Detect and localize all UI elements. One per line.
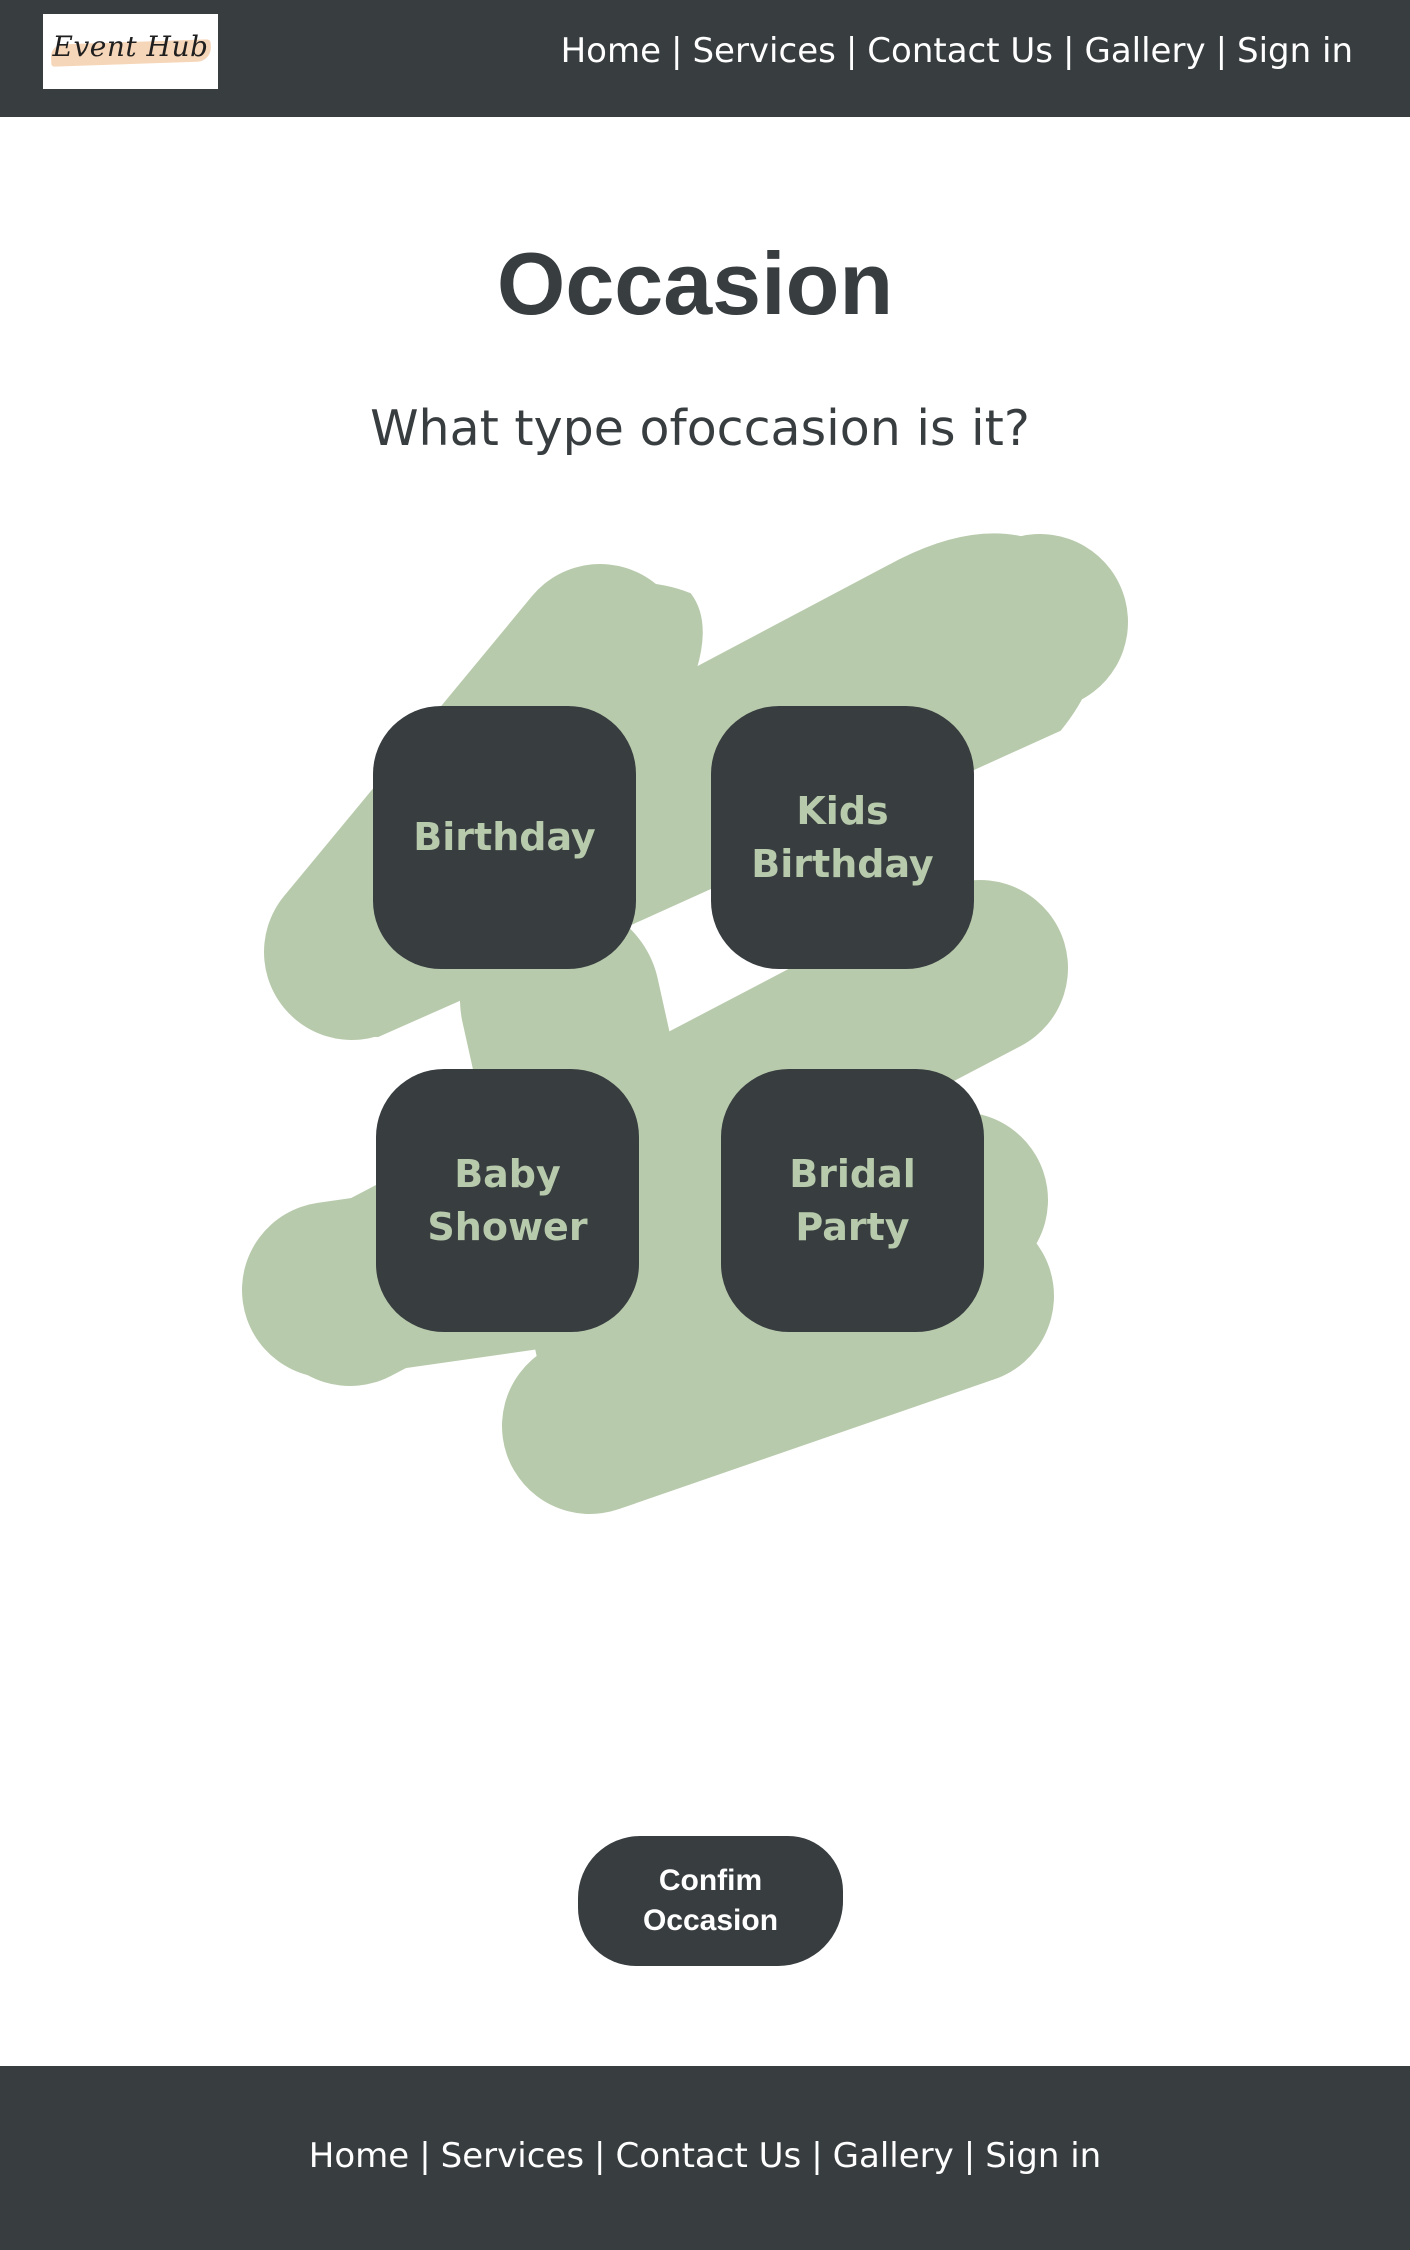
footer-nav: Home | Services | Contact Us | Gallery |… [0, 2133, 1410, 2179]
decorative-blob [242, 533, 1128, 1514]
confirm-button-label: Confim Occasion [642, 1864, 779, 1937]
footer-signin-link[interactable]: Sign in [985, 2136, 1101, 2176]
nav-separator: | [811, 2136, 823, 2176]
occasion-option-kids-birthday[interactable]: Kids Birthday [711, 706, 974, 969]
occasion-option-label: Bridal Party [789, 1151, 916, 1249]
footer-home-link[interactable]: Home [309, 2136, 409, 2176]
occasion-option-baby-shower[interactable]: Baby Shower [376, 1069, 639, 1332]
footer-services-link[interactable]: Services [441, 2136, 584, 2176]
occasion-option-birthday[interactable]: Birthday [373, 706, 636, 969]
confirm-occasion-button[interactable]: Confim Occasion [578, 1836, 843, 1966]
occasion-option-label: Kids Birthday [751, 788, 934, 886]
nav-separator: | [594, 2136, 606, 2176]
occasion-option-label: Birthday [413, 815, 596, 859]
footer-contact-link[interactable]: Contact Us [616, 2136, 802, 2176]
nav-separator: | [963, 2136, 976, 2176]
occasion-option-bridal-party[interactable]: Bridal Party [721, 1069, 984, 1332]
footer-gallery-link[interactable]: Gallery [833, 2136, 954, 2176]
occasion-option-label: Baby Shower [427, 1151, 588, 1249]
nav-separator: | [419, 2136, 431, 2176]
